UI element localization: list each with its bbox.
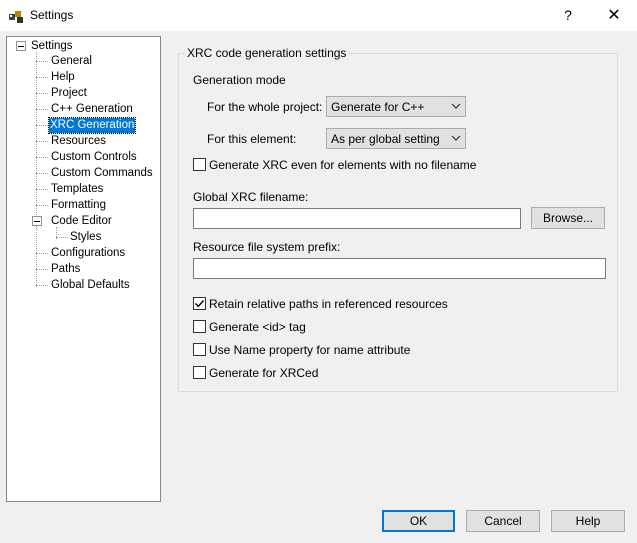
gen-no-filename-label: Generate XRC even for elements with no f… xyxy=(209,158,477,172)
tree-item-templates[interactable]: Templates xyxy=(50,182,104,197)
generate-id-checkbox[interactable] xyxy=(193,320,206,333)
this-element-label: For this element: xyxy=(207,132,297,146)
chevron-down-icon xyxy=(451,103,461,109)
tree-connector xyxy=(36,205,48,206)
tree-connector xyxy=(36,77,48,78)
tree-connector xyxy=(36,157,48,158)
xrced-label: Generate for XRCed xyxy=(209,366,319,380)
tree-item-general[interactable]: General xyxy=(50,54,93,69)
tree-connector xyxy=(36,189,48,190)
help-title-button[interactable]: ? xyxy=(545,0,591,31)
tree-item-xrc-generation[interactable]: XRC Generation xyxy=(47,117,137,134)
global-filename-input[interactable] xyxy=(193,208,521,229)
collapse-settings-icon[interactable] xyxy=(16,41,26,51)
whole-project-dropdown[interactable]: Generate for C++ xyxy=(326,96,466,117)
gen-no-filename-checkbox[interactable] xyxy=(193,158,206,171)
collapse-code-editor-icon[interactable] xyxy=(32,216,42,226)
tree-item-global-defaults[interactable]: Global Defaults xyxy=(50,278,131,293)
tree-connector xyxy=(36,253,48,254)
tree-item-resources[interactable]: Resources xyxy=(50,134,107,149)
retain-paths-checkbox[interactable] xyxy=(193,297,206,310)
resource-prefix-input[interactable] xyxy=(193,258,606,279)
checkmark-icon xyxy=(195,300,205,308)
tree-connector xyxy=(56,237,68,238)
close-button[interactable]: ✕ xyxy=(591,0,637,31)
this-element-dropdown[interactable]: As per global setting xyxy=(326,128,466,149)
tree-item-styles[interactable]: Styles xyxy=(69,230,102,245)
tree-connector xyxy=(36,93,48,94)
tree-item-cpp-generation[interactable]: C++ Generation xyxy=(50,102,134,117)
settings-tree[interactable]: Settings General Help Project C++ Genera… xyxy=(6,36,161,502)
tree-root-settings[interactable]: Settings xyxy=(30,39,74,54)
window-title: Settings xyxy=(30,8,74,22)
tree-item-code-editor[interactable]: Code Editor xyxy=(50,214,113,229)
generate-id-label: Generate <id> tag xyxy=(209,320,306,334)
use-name-checkbox[interactable] xyxy=(193,343,206,356)
tree-connector xyxy=(36,141,48,142)
resource-prefix-label: Resource file system prefix: xyxy=(193,240,341,254)
help-button[interactable]: Help xyxy=(551,510,625,532)
group-title: XRC code generation settings xyxy=(184,46,350,60)
title-bar: Settings ? ✕ xyxy=(0,0,637,31)
tree-connector xyxy=(36,52,37,287)
tree-item-custom-commands[interactable]: Custom Commands xyxy=(50,166,154,181)
whole-project-label: For the whole project: xyxy=(207,100,323,114)
global-filename-label: Global XRC filename: xyxy=(193,190,309,204)
browse-button[interactable]: Browse... xyxy=(531,207,605,229)
tree-connector xyxy=(36,285,48,286)
tree-item-project[interactable]: Project xyxy=(50,86,88,101)
tree-item-configurations[interactable]: Configurations xyxy=(50,246,126,261)
xrced-checkbox[interactable] xyxy=(193,366,206,379)
this-element-value: As per global setting xyxy=(331,132,440,146)
tree-item-formatting[interactable]: Formatting xyxy=(50,198,107,213)
tree-item-help[interactable]: Help xyxy=(50,70,76,85)
tree-connector xyxy=(36,61,48,62)
tree-connector xyxy=(36,269,48,270)
tree-connector xyxy=(36,173,48,174)
retain-paths-label: Retain relative paths in referenced reso… xyxy=(209,297,448,311)
tree-connector xyxy=(36,109,48,110)
generation-mode-label: Generation mode xyxy=(193,73,286,87)
app-icon xyxy=(8,8,24,24)
whole-project-value: Generate for C++ xyxy=(331,100,425,114)
cancel-button[interactable]: Cancel xyxy=(466,510,540,532)
tree-item-paths[interactable]: Paths xyxy=(50,262,81,277)
tree-item-custom-controls[interactable]: Custom Controls xyxy=(50,150,138,165)
ok-button[interactable]: OK xyxy=(382,510,455,532)
use-name-label: Use Name property for name attribute xyxy=(209,343,411,357)
tree-connector xyxy=(36,125,48,126)
chevron-down-icon xyxy=(451,135,461,141)
